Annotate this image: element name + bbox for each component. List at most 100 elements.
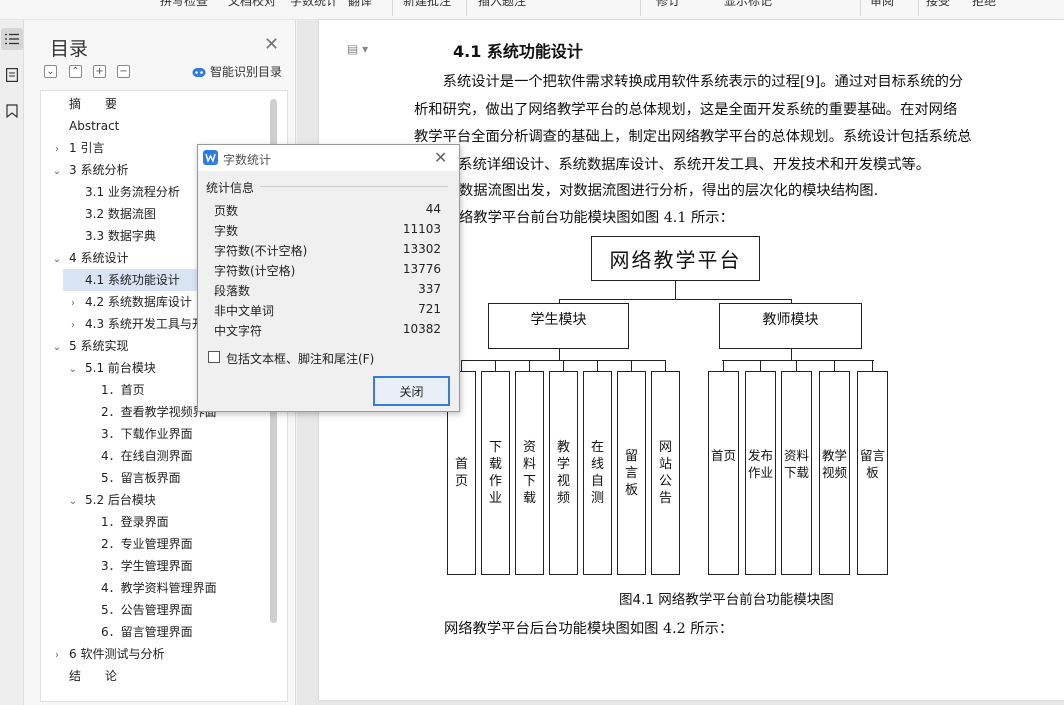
stat-value: 10382 bbox=[402, 322, 441, 336]
toc-item[interactable]: 4．在线自测界面 bbox=[41, 445, 267, 467]
toc-item-label: 6 软件测试与分析 bbox=[69, 647, 165, 661]
toolbar-separator bbox=[640, 0, 641, 16]
paragraph-line: 析和研究，做出了网络教学平台的总体规划，这是全面开发系统的重要基础。在对网络 bbox=[414, 102, 958, 118]
toc-item-label: Abstract bbox=[69, 119, 120, 133]
toolbar-item[interactable]: 修订 bbox=[656, 0, 680, 9]
toc-item-label: 3.1 业务流程分析 bbox=[85, 185, 180, 199]
stats-group-label: 统计信息 bbox=[206, 181, 255, 195]
toolbar-item[interactable]: 字数统计 bbox=[290, 0, 338, 9]
toc-item-selected[interactable]: 4.1 系统功能设计 bbox=[63, 269, 215, 291]
toolbar-item[interactable]: 新建批注 bbox=[403, 0, 451, 9]
toolbar-separator bbox=[392, 0, 393, 16]
stat-label: 字数 bbox=[214, 224, 239, 238]
page-icon bbox=[6, 68, 18, 82]
toolbar-item[interactable]: 插入题注 bbox=[478, 0, 526, 9]
chevron-right-icon[interactable]: › bbox=[67, 293, 79, 315]
stat-label: 字符数(计空格) bbox=[214, 264, 296, 278]
toc-item-label: 4 系统设计 bbox=[69, 251, 129, 265]
include-notes-checkbox[interactable] bbox=[208, 351, 220, 363]
dialog-titlebar[interactable]: 字数统计 ✕ bbox=[198, 145, 459, 171]
diagram-student-leaf: 下 载 作 业 bbox=[481, 371, 510, 575]
toc-item-label: 5．留言板界面 bbox=[101, 471, 181, 485]
bookmark-button[interactable] bbox=[1, 100, 23, 122]
toc-item-label: 6．留言管理界面 bbox=[101, 625, 193, 639]
smart-toc-button[interactable]: 智能识别目录 bbox=[192, 63, 282, 80]
figure-caption: 图4.1 网络教学平台前台功能模块图 bbox=[619, 592, 834, 608]
stat-value: 337 bbox=[418, 282, 441, 296]
diagram-teacher-leaf: 首页 bbox=[708, 371, 739, 575]
toc-item[interactable]: Abstract bbox=[41, 115, 267, 137]
toc-item[interactable]: › 6 软件测试与分析 bbox=[41, 643, 267, 665]
toolbar-separator bbox=[918, 0, 919, 16]
diagram-teacher-node: 教师模块 bbox=[719, 303, 862, 349]
toc-item-label: 5.1 前台模块 bbox=[85, 361, 156, 375]
chevron-right-icon[interactable]: › bbox=[51, 645, 63, 667]
toc-item[interactable]: 1．登录界面 bbox=[41, 511, 267, 533]
toolbar-separator bbox=[860, 0, 861, 16]
stat-value: 13776 bbox=[402, 262, 441, 276]
toc-item[interactable]: 3．学生管理界面 bbox=[41, 555, 267, 577]
paragraph-line: 网络教学平台后台功能模块图如图 4.2 所示： bbox=[444, 621, 734, 637]
toc-panel-button[interactable] bbox=[1, 28, 23, 50]
word-count-dialog: 字数统计 ✕ 统计信息 页数 44 字数 11103 字符数(不计空格) 13302 字符数… bbox=[197, 144, 460, 412]
close-icon[interactable]: ✕ bbox=[434, 148, 447, 167]
chevron-down-icon[interactable]: ⌄ bbox=[51, 161, 63, 183]
toolbar-item[interactable]: 拒绝 bbox=[972, 0, 996, 9]
toc-item[interactable]: 6．留言管理界面 bbox=[41, 621, 267, 643]
toc-item[interactable]: 结 论 bbox=[41, 665, 267, 687]
diagram-student-leaf: 网 站 公 告 bbox=[651, 371, 680, 575]
left-rail bbox=[0, 20, 24, 705]
add-heading-icon[interactable]: + bbox=[93, 65, 106, 78]
toc-item-label: 3.2 数据流图 bbox=[85, 207, 156, 221]
section-heading: 4.1 系统功能设计 bbox=[453, 42, 583, 61]
stat-value: 11103 bbox=[402, 222, 441, 236]
paragraph-line: 数据流图出发，对数据流图进行分析，得出的层次化的模块结构图. bbox=[459, 183, 879, 199]
smart-toc-label: 智能识别目录 bbox=[210, 65, 283, 79]
chevron-down-icon[interactable]: ⌄ bbox=[67, 359, 79, 381]
toc-item[interactable]: 2．专业管理界面 bbox=[41, 533, 267, 555]
toc-item-label: 1．登录界面 bbox=[101, 515, 169, 529]
toc-item-label: 摘 要 bbox=[69, 97, 118, 111]
toc-item-label: 4．在线自测界面 bbox=[101, 449, 193, 463]
toc-item-label: 1．首页 bbox=[101, 383, 145, 397]
paragraph-line: 、系统详细设计、系统数据库设计、系统开发工具、开发技术和开发模式等。 bbox=[444, 157, 931, 173]
close-icon[interactable]: ✕ bbox=[264, 34, 279, 55]
toc-item[interactable]: 5．留言板界面 bbox=[41, 467, 267, 489]
include-notes-label: 包括文本框、脚注和尾注(F) bbox=[226, 352, 375, 366]
chevron-down-icon[interactable]: ⌄ bbox=[51, 337, 63, 359]
toolbar-item[interactable]: 接受 bbox=[926, 0, 950, 9]
toolbar-item[interactable]: 审阅 bbox=[870, 0, 894, 9]
toc-item[interactable]: 4．教学资料管理界面 bbox=[41, 577, 267, 599]
toolbar-item[interactable]: 显示标记 bbox=[724, 0, 772, 9]
toolbar-item[interactable]: 文档校对 bbox=[228, 0, 276, 9]
page-options-icon[interactable]: ▤ ▾ bbox=[347, 42, 368, 56]
expand-up-icon[interactable]: ⌃ bbox=[69, 65, 82, 78]
chevron-right-icon[interactable]: › bbox=[51, 139, 63, 161]
close-button[interactable]: 关闭 bbox=[373, 376, 450, 406]
remove-heading-icon[interactable]: − bbox=[117, 65, 130, 78]
chevron-down-icon[interactable]: ⌄ bbox=[51, 249, 63, 271]
dialog-title: 字数统计 bbox=[223, 153, 272, 167]
toc-item[interactable]: 5．公告管理界面 bbox=[41, 599, 267, 621]
paragraph-line: 教学平台全面分析调查的基础上，制定出网络教学平台的总体规划。系统设计包括系统总 bbox=[414, 129, 972, 145]
toc-item-label: 3．学生管理界面 bbox=[101, 559, 193, 573]
toc-item[interactable]: 摘 要 bbox=[41, 93, 267, 115]
group-divider bbox=[260, 186, 448, 187]
toc-item-label: 5.2 后台模块 bbox=[85, 493, 156, 507]
paragraph-line: 络教学平台前台功能模块图如图 4.1 所示： bbox=[459, 210, 734, 226]
toc-item-label: 4．教学资料管理界面 bbox=[101, 581, 217, 595]
stat-label: 页数 bbox=[214, 204, 239, 218]
toolbar-item[interactable]: 翻译 bbox=[348, 0, 372, 9]
toc-item-label: 2．专业管理界面 bbox=[101, 537, 193, 551]
collapse-all-icon[interactable]: ⌄ bbox=[44, 65, 57, 78]
smart-robot-icon bbox=[192, 67, 206, 77]
page-thumbnail-button[interactable] bbox=[1, 64, 23, 86]
toc-item-label: 3.3 数据字典 bbox=[85, 229, 156, 243]
chevron-down-icon[interactable]: ⌄ bbox=[67, 491, 79, 513]
toc-item[interactable]: ⌄ 5.2 后台模块 bbox=[41, 489, 267, 511]
toc-item[interactable]: 3．下载作业界面 bbox=[41, 423, 267, 445]
diagram-root-node: 网络教学平台 bbox=[591, 236, 760, 281]
chevron-right-icon[interactable]: › bbox=[67, 315, 79, 337]
toc-item-label: 1 引言 bbox=[69, 141, 105, 155]
toolbar-item[interactable]: 拼写检查 bbox=[160, 0, 208, 9]
